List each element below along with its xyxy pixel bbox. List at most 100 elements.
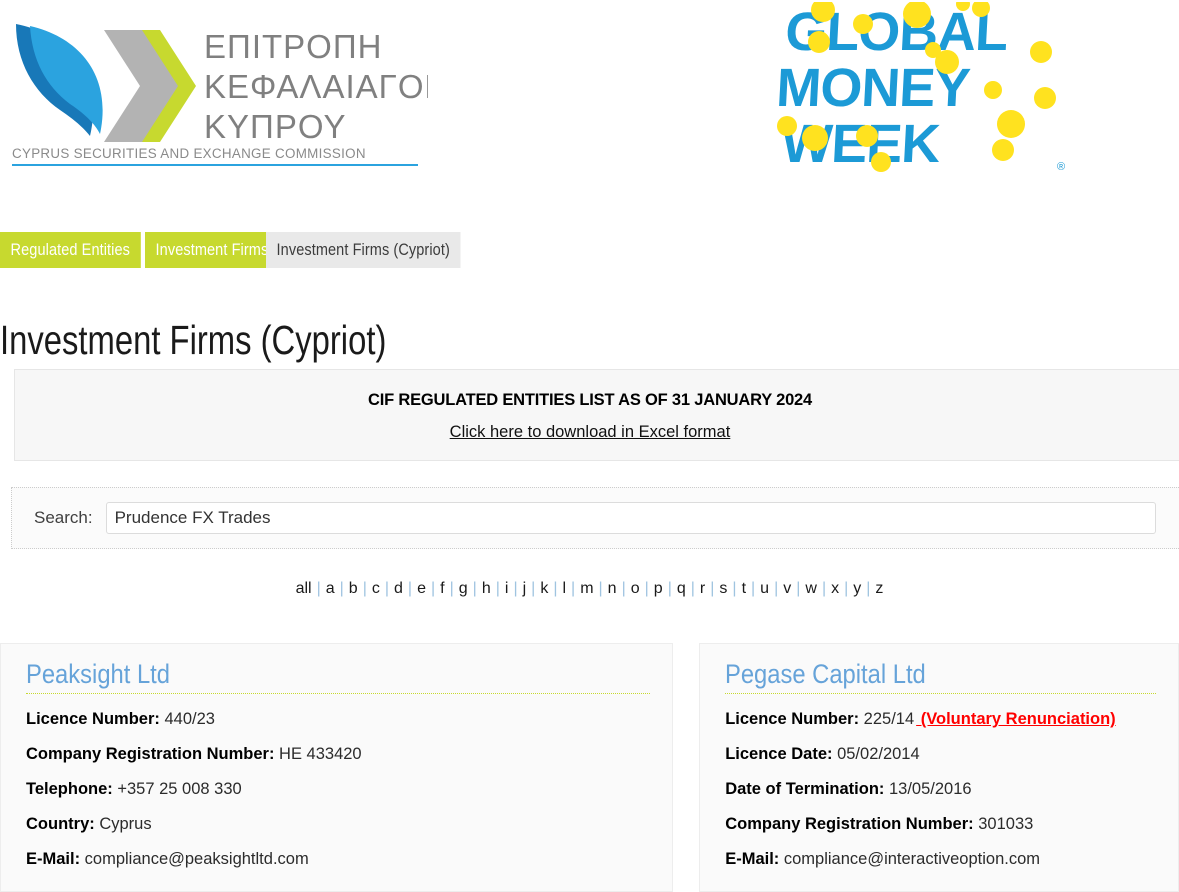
- alpha-filter-h[interactable]: h: [481, 580, 492, 597]
- alpha-filter-m[interactable]: m: [579, 580, 594, 597]
- entity-field: Company Registration Number: HE 433420: [26, 745, 650, 765]
- entity-name: Pegase Capital Ltd: [725, 659, 926, 689]
- alpha-filter-s[interactable]: s: [718, 580, 728, 597]
- entity-field: E-Mail: compliance@interactiveoption.com: [725, 850, 1156, 870]
- alpha-separator: |: [339, 580, 344, 597]
- entity-field: Date of Termination: 13/05/2016: [725, 780, 1156, 800]
- alpha-separator: |: [732, 580, 737, 597]
- search-row: Search:: [11, 487, 1179, 549]
- alpha-separator: |: [621, 580, 626, 597]
- field-key: Company Registration Number:: [725, 814, 979, 833]
- breadcrumb-label: Investment Firms: [155, 240, 269, 259]
- download-excel-link[interactable]: Click here to download in Excel format: [450, 423, 731, 442]
- alpha-separator: |: [316, 580, 321, 597]
- field-key: Company Registration Number:: [26, 745, 280, 764]
- entity-field: Licence Date: 05/02/2014: [725, 745, 1156, 765]
- entity-field: Company Registration Number: 301033: [725, 815, 1156, 835]
- alpha-filter-d[interactable]: d: [393, 580, 404, 597]
- breadcrumb-item-regulated-entities[interactable]: Regulated Entities: [0, 232, 141, 268]
- alpha-filter-z[interactable]: z: [874, 580, 884, 597]
- alpha-separator: |: [553, 580, 558, 597]
- alpha-separator: |: [531, 580, 536, 597]
- alpha-filter-u[interactable]: u: [759, 580, 770, 597]
- alpha-filter-g[interactable]: g: [458, 580, 469, 597]
- title-divider: [26, 693, 651, 695]
- entity-field: Country: Cyprus: [26, 815, 650, 835]
- global-money-week-logo: GLOBAL MONEY WEEK: [775, 0, 1075, 180]
- cysec-logo: ΕΠΙΤΡΟΠΗ ΚΕΦΑΛΑΙΑΓΟΡΑΣ ΚΥΠΡΟΥ CYPRUS SEC…: [8, 14, 488, 166]
- field-value: compliance@peaksightltd.com: [84, 849, 309, 868]
- alpha-filter-k[interactable]: k: [539, 580, 549, 597]
- entity-name: Peaksight Ltd: [26, 659, 170, 689]
- svg-text:ΚΥΠΡΟΥ: ΚΥΠΡΟΥ: [204, 108, 346, 145]
- svg-text:CYPRUS SECURITIES AND EXCHANGE: CYPRUS SECURITIES AND EXCHANGE COMMISSIO…: [12, 146, 366, 161]
- alpha-filter-p[interactable]: p: [653, 580, 664, 597]
- breadcrumb-item-investment-firms[interactable]: Investment Firms: [144, 232, 279, 268]
- field-key: Licence Date:: [725, 745, 838, 764]
- result-card: Pegase Capital Ltd Licence Number: 225/1…: [699, 643, 1179, 892]
- field-value: Cyprus: [99, 814, 152, 833]
- breadcrumb-item-investment-firms-cypriot[interactable]: Investment Firms (Cypriot): [265, 232, 461, 268]
- status-badge[interactable]: (Voluntary Renunciation): [916, 710, 1116, 728]
- search-input[interactable]: [105, 502, 1156, 534]
- entity-field: Telephone: +357 25 008 330: [26, 780, 650, 800]
- alpha-separator: |: [821, 580, 827, 597]
- alpha-separator: |: [844, 580, 849, 597]
- field-key: Licence Number:: [725, 710, 864, 729]
- field-value: HE 433420: [279, 745, 362, 764]
- alpha-separator: |: [774, 580, 779, 597]
- field-key: E-Mail:: [725, 849, 784, 868]
- alpha-filter-o[interactable]: o: [630, 580, 641, 597]
- field-value: 13/05/2016: [889, 779, 972, 798]
- result-card: Peaksight Ltd Licence Number: 440/23 Comp…: [0, 643, 674, 892]
- field-key: Telephone:: [26, 779, 118, 798]
- field-value: +357 25 008 330: [117, 779, 242, 798]
- field-value: 301033: [978, 814, 1034, 833]
- alpha-filter-b[interactable]: b: [348, 580, 359, 597]
- field-value: compliance@interactiveoption.com: [783, 849, 1040, 868]
- alpha-separator: |: [751, 580, 756, 597]
- field-value: 05/02/2014: [837, 745, 920, 764]
- alpha-filter-a[interactable]: a: [325, 580, 336, 597]
- field-value: 440/23: [164, 710, 215, 729]
- breadcrumb: Regulated Entities Investment Firms Inve…: [0, 232, 487, 268]
- alpha-separator: |: [866, 580, 871, 597]
- svg-text:®: ®: [1057, 161, 1065, 173]
- alphabet-filter: all | a | b | c | d | e | f | g | h | i | j | k | l | m | n | o | p | q | r |…: [0, 580, 1179, 598]
- alpha-separator: |: [667, 580, 672, 597]
- entity-fields: Licence Number: 440/23 Company Registrati…: [26, 710, 650, 869]
- alpha-filter-n[interactable]: n: [607, 580, 618, 597]
- alpha-separator: |: [796, 580, 801, 597]
- alpha-filter-c[interactable]: c: [371, 580, 381, 597]
- alpha-separator: |: [384, 580, 390, 597]
- alpha-filter-w[interactable]: w: [804, 580, 818, 597]
- field-key: E-Mail:: [26, 849, 85, 868]
- entity-fields: Licence Number: 225/14 (Voluntary Renunc…: [725, 710, 1156, 869]
- alpha-filter-v[interactable]: v: [782, 580, 792, 597]
- page-title: Investment Firms (Cypriot): [0, 317, 387, 364]
- field-key: Country:: [26, 814, 100, 833]
- alpha-filter-f[interactable]: f: [439, 580, 445, 597]
- alpha-filter-e[interactable]: e: [416, 580, 427, 597]
- alpha-filter-y[interactable]: y: [852, 580, 862, 597]
- results-list: Peaksight Ltd Licence Number: 440/23 Comp…: [0, 643, 1179, 892]
- alpha-separator: |: [472, 580, 477, 597]
- alpha-filter-x[interactable]: x: [830, 580, 840, 597]
- alpha-separator: |: [644, 580, 649, 597]
- alpha-filter-q[interactable]: q: [676, 580, 687, 597]
- breadcrumb-label: Regulated Entities: [10, 240, 130, 259]
- alpha-separator: |: [362, 580, 367, 597]
- field-value: 225/14: [863, 710, 915, 729]
- entity-field: Licence Number: 440/23: [26, 710, 650, 730]
- alpha-separator: |: [513, 580, 518, 597]
- field-key: Licence Number:: [26, 710, 165, 729]
- page-header: ΕΠΙΤΡΟΠΗ ΚΕΦΑΛΑΙΑΓΟΡΑΣ ΚΥΠΡΟΥ CYPRUS SEC…: [0, 0, 1179, 200]
- search-label: Search:: [34, 508, 93, 527]
- alpha-separator: |: [430, 580, 436, 597]
- title-divider: [725, 693, 1156, 695]
- list-info-title: CIF REGULATED ENTITIES LIST AS OF 31 JAN…: [367, 391, 813, 409]
- alpha-filter-all[interactable]: all: [295, 580, 313, 597]
- alpha-separator: |: [710, 580, 715, 597]
- alpha-separator: |: [598, 580, 603, 597]
- svg-text:ΚΕΦΑΛΑΙΑΓΟΡΑΣ: ΚΕΦΑΛΑΙΑΓΟΡΑΣ: [204, 68, 428, 105]
